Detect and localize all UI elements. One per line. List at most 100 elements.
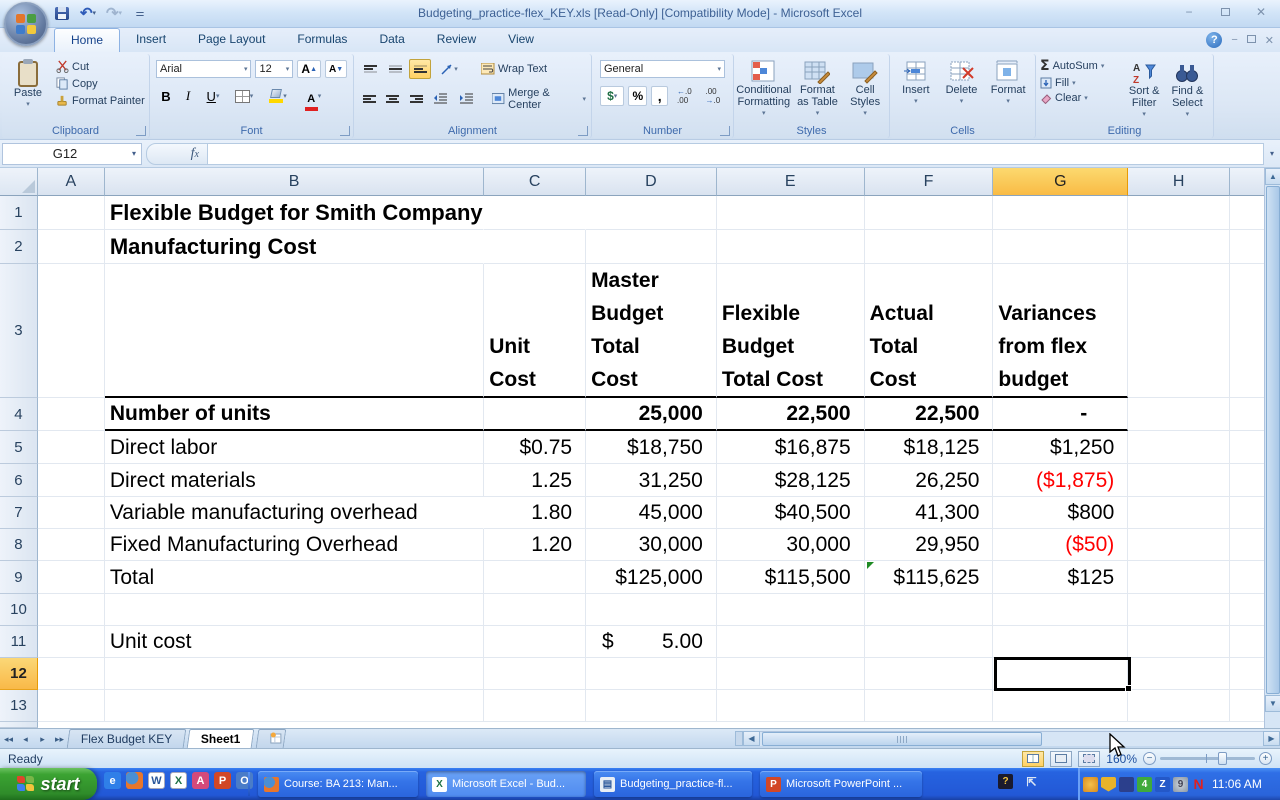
insert-worksheet-button[interactable] [255, 729, 286, 748]
tray-icon-gray[interactable]: 9 [1173, 777, 1188, 792]
cell-e4[interactable]: 22,500 [717, 398, 865, 431]
cell-a1[interactable] [38, 196, 105, 230]
align-bottom-button[interactable] [409, 59, 431, 79]
column-header-a[interactable]: A [38, 168, 105, 196]
sheet-tab-sheet1[interactable]: Sheet1 [187, 729, 255, 748]
cell-a5[interactable] [38, 431, 105, 464]
align-top-button[interactable] [359, 59, 381, 79]
cell-e3-header[interactable]: Flexible Budget Total Cost [717, 264, 865, 398]
cell-g6-negative[interactable]: ($1,875) [993, 464, 1128, 497]
tray-icon-z[interactable]: Z [1155, 777, 1170, 792]
row-header-2[interactable]: 2 [0, 230, 38, 264]
cell-e6[interactable]: $28,125 [717, 464, 865, 497]
cell-c7[interactable]: 1.80 [484, 497, 586, 529]
cell-b5[interactable]: Direct labor [105, 431, 484, 464]
cell-f3-header[interactable]: Actual Total Cost [865, 264, 994, 398]
workbook-restore-button[interactable] [1247, 34, 1256, 46]
excel-icon[interactable]: X [170, 772, 187, 789]
scroll-left-icon[interactable]: ◀ [743, 731, 760, 746]
row-header-3[interactable]: 3 [0, 264, 38, 398]
tab-view[interactable]: View [492, 28, 550, 52]
cell-c1[interactable] [484, 196, 586, 230]
row-header-11[interactable]: 11 [0, 626, 38, 658]
next-sheet-icon[interactable]: ▸ [34, 731, 51, 747]
cell-f5[interactable]: $18,125 [865, 431, 994, 464]
sheet-tab-flex-budget-key[interactable]: Flex Budget KEY [67, 729, 187, 748]
underline-button[interactable]: U▾ [200, 86, 226, 106]
cell-e5[interactable]: $16,875 [717, 431, 865, 464]
clear-button[interactable]: Clear▾ [1040, 92, 1123, 104]
column-header-f[interactable]: F [865, 168, 994, 196]
number-format-select[interactable]: General▾ [600, 60, 725, 78]
fill-color-button[interactable]: ▾ [262, 86, 294, 106]
cell-d8[interactable]: 30,000 [586, 529, 717, 561]
format-as-table-button[interactable]: Format as Table▾ [794, 57, 842, 120]
active-cell-selection[interactable] [994, 657, 1131, 691]
cell-b6[interactable]: Direct materials [105, 464, 484, 497]
help-icon[interactable]: ? [1206, 32, 1222, 48]
taskbar-button-powerpoint[interactable]: P Microsoft PowerPoint ... [760, 771, 922, 797]
scroll-right-icon[interactable]: ▶ [1263, 731, 1280, 746]
row-header-12-selected[interactable]: 12 [0, 658, 38, 690]
zoom-track[interactable] [1160, 757, 1255, 760]
cell-e8[interactable]: 30,000 [717, 529, 865, 561]
cut-button[interactable]: Cut [56, 60, 145, 73]
cell-d3-header[interactable]: Master Budget Total Cost [586, 264, 717, 398]
vertical-scrollbar[interactable]: ▲ ▼ [1264, 168, 1280, 728]
horizontal-split-handle[interactable] [735, 731, 743, 746]
cell-c2[interactable] [484, 230, 586, 264]
cell-h8[interactable] [1128, 529, 1230, 561]
cell-a11[interactable] [38, 626, 105, 658]
tab-insert[interactable]: Insert [120, 28, 182, 52]
cell-f2[interactable] [865, 230, 994, 264]
cell-h7[interactable] [1128, 497, 1230, 529]
tray-icon-n[interactable]: N [1191, 777, 1206, 792]
wrap-text-button[interactable]: Wrap Text [481, 63, 547, 75]
insert-function-button[interactable]: fx [146, 143, 208, 165]
last-sheet-icon[interactable]: ▸▸ [51, 731, 68, 747]
row-header-6[interactable]: 6 [0, 464, 38, 497]
currency-format-button[interactable]: $▾ [600, 86, 624, 106]
normal-view-button[interactable] [1022, 751, 1044, 767]
cell-c3-header[interactable]: Unit Cost [484, 264, 586, 398]
autosum-button[interactable]: Σ AutoSum▾ [1040, 58, 1123, 74]
increase-indent-button[interactable] [455, 89, 477, 109]
column-header-h[interactable]: H [1128, 168, 1230, 196]
fill-button[interactable]: Fill▾ [1040, 77, 1123, 89]
cell-h3[interactable] [1128, 264, 1230, 398]
cell-e9[interactable]: $115,500 [717, 561, 865, 594]
cell-c4[interactable] [484, 398, 586, 431]
cell-g1[interactable] [993, 196, 1128, 230]
borders-button[interactable]: ▾ [229, 86, 259, 106]
horizontal-scroll-track[interactable] [760, 731, 1263, 746]
align-right-button[interactable] [406, 89, 427, 109]
format-cells-button[interactable]: Format▾ [987, 57, 1029, 108]
font-name-select[interactable]: Arial▾ [156, 60, 251, 78]
column-header-b[interactable]: B [105, 168, 484, 196]
expand-formula-bar-icon[interactable]: ▾ [1264, 149, 1280, 158]
cell-f7[interactable]: 41,300 [865, 497, 994, 529]
font-dialog-launcher[interactable] [340, 126, 350, 136]
cell-d11[interactable]: $ 5.00 [586, 626, 717, 658]
delete-cells-button[interactable]: Delete▾ [942, 57, 982, 108]
column-header-e[interactable]: E [717, 168, 865, 196]
scroll-up-icon[interactable]: ▲ [1265, 168, 1280, 185]
show-hidden-icons-chevron[interactable]: ⇱ [1024, 774, 1039, 789]
cell-d5[interactable]: $18,750 [586, 431, 717, 464]
firefox-icon[interactable] [126, 772, 143, 789]
fill-handle[interactable] [1125, 685, 1132, 692]
cell-b1-title[interactable]: Flexible Budget for Smith Company [105, 196, 484, 230]
tab-page-layout[interactable]: Page Layout [182, 28, 281, 52]
cell-e2[interactable] [717, 230, 865, 264]
cell-g5[interactable]: $1,250 [993, 431, 1128, 464]
vertical-scroll-thumb[interactable] [1266, 186, 1280, 694]
cell-b4[interactable]: Number of units [105, 398, 484, 431]
cell-c6[interactable]: 1.25 [484, 464, 586, 497]
scroll-down-icon[interactable]: ▼ [1265, 695, 1280, 712]
cell-a4[interactable] [38, 398, 105, 431]
cell-a2[interactable] [38, 230, 105, 264]
cell-e7[interactable]: $40,500 [717, 497, 865, 529]
orientation-button[interactable]: ▾ [434, 59, 464, 79]
page-break-view-button[interactable] [1078, 751, 1100, 767]
cell-styles-button[interactable]: Cell Styles▾ [843, 57, 887, 120]
